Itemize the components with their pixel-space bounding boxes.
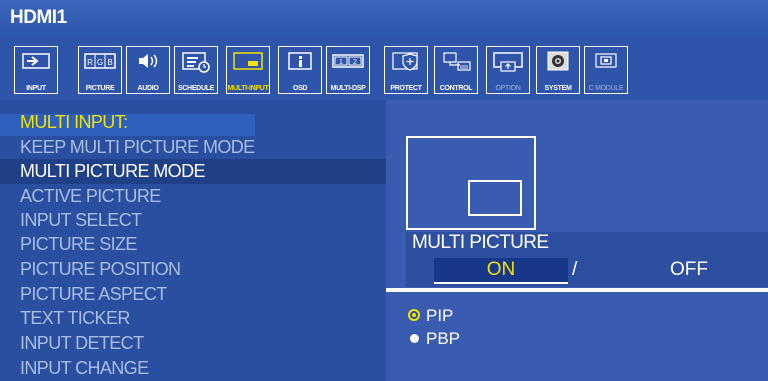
speaker-icon: [139, 54, 158, 68]
rgb-icon: RGB: [84, 53, 116, 69]
menu-item-text-ticker[interactable]: TEXT TICKER: [20, 308, 130, 329]
tab-option-label: OPTION: [495, 85, 521, 92]
menu-item-active-picture[interactable]: ACTIVE PICTURE: [20, 186, 161, 207]
sub-picture-preview: [468, 180, 522, 216]
control-icon: [443, 52, 471, 71]
tab-audio[interactable]: AUDIO: [126, 46, 170, 94]
tab-multi-dsp[interactable]: 12 MULTI-DSP: [326, 46, 370, 94]
tab-osd[interactable]: OSD: [278, 46, 322, 94]
system-icon: [547, 51, 569, 71]
compute-module-icon: [595, 53, 617, 68]
tab-picture-label: PICTURE: [85, 85, 115, 92]
multi-picture-preview: [406, 136, 536, 230]
multi-display-icon: 12: [332, 54, 364, 68]
schedule-icon: [182, 52, 210, 73]
menu-item-multi-picture-mode[interactable]: MULTI PICTURE MODE: [20, 161, 205, 182]
tab-c-module-label: C MODULE: [588, 85, 624, 92]
tab-input-label: INPUT: [26, 85, 46, 92]
menu-item-picture-size[interactable]: PICTURE SIZE: [20, 234, 137, 255]
menu-item-picture-aspect[interactable]: PICTURE ASPECT: [20, 284, 167, 305]
option-separator: /: [572, 259, 578, 280]
tab-schedule[interactable]: SCHEDULE: [174, 46, 218, 94]
input-source-title: HDMI1: [10, 7, 67, 28]
multi-input-icon: [233, 52, 263, 70]
svg-text:B: B: [107, 58, 112, 67]
svg-text:1: 1: [339, 59, 343, 66]
tab-option[interactable]: OPTION: [486, 46, 530, 94]
menu-toolbar: INPUT RGB PICTURE AUDIO SCHEDULE MULTI-I…: [0, 36, 768, 100]
settings-menu: MULTI INPUT: KEEP MULTI PICTURE MODE MUL…: [0, 100, 386, 381]
tab-c-module[interactable]: C MODULE: [584, 46, 628, 94]
tab-control[interactable]: CONTROL: [434, 46, 478, 94]
tab-multi-dsp-label: MULTI-DSP: [330, 85, 366, 92]
menu-item-input-change[interactable]: INPUT CHANGE: [20, 358, 149, 379]
tab-multi-input-label: MULTI-INPUT: [227, 85, 269, 92]
tab-osd-label: OSD: [292, 85, 308, 92]
on-option-label: ON: [486, 259, 516, 280]
multi-picture-setting: MULTI PICTURE ON / OFF: [406, 232, 768, 287]
detail-panel: MULTI PICTURE ON / OFF PIP PBP: [386, 100, 768, 381]
tab-schedule-label: SCHEDULE: [177, 85, 215, 92]
tab-multi-input[interactable]: MULTI-INPUT: [226, 46, 270, 94]
svg-text:2: 2: [353, 59, 357, 66]
shield-icon: [392, 52, 418, 71]
menu-item-picture-position[interactable]: PICTURE POSITION: [20, 259, 181, 280]
radio-bullet-icon: [410, 334, 419, 343]
info-icon: [288, 52, 312, 70]
tab-input[interactable]: INPUT: [14, 46, 58, 94]
on-option[interactable]: ON: [434, 258, 568, 284]
title-bar: HDMI1: [0, 0, 768, 36]
menu-item-input-detect[interactable]: INPUT DETECT: [20, 333, 144, 354]
tab-protect[interactable]: PROTECT: [384, 46, 428, 94]
menu-heading: MULTI INPUT:: [20, 112, 128, 132]
option-pbp-label: PBP: [426, 329, 461, 348]
tab-protect-label: PROTECT: [390, 85, 422, 92]
panel-divider: [386, 288, 768, 292]
option-icon: [493, 52, 523, 72]
svg-text:R: R: [87, 58, 93, 67]
off-option[interactable]: OFF: [670, 259, 708, 281]
input-icon: [22, 53, 50, 69]
radio-selected-icon: [408, 309, 420, 321]
menu-item-input-select[interactable]: INPUT SELECT: [20, 210, 142, 231]
tab-system-label: SYSTEM: [544, 85, 572, 92]
tab-picture[interactable]: RGB PICTURE: [78, 46, 122, 94]
multi-picture-label: MULTI PICTURE: [412, 232, 549, 253]
option-pip-label: PIP: [426, 306, 454, 325]
svg-text:G: G: [97, 58, 103, 67]
tab-system[interactable]: SYSTEM: [536, 46, 580, 94]
menu-item-keep-multi-picture-mode[interactable]: KEEP MULTI PICTURE MODE: [20, 137, 255, 158]
tab-audio-label: AUDIO: [137, 85, 159, 92]
tab-control-label: CONTROL: [439, 85, 473, 92]
